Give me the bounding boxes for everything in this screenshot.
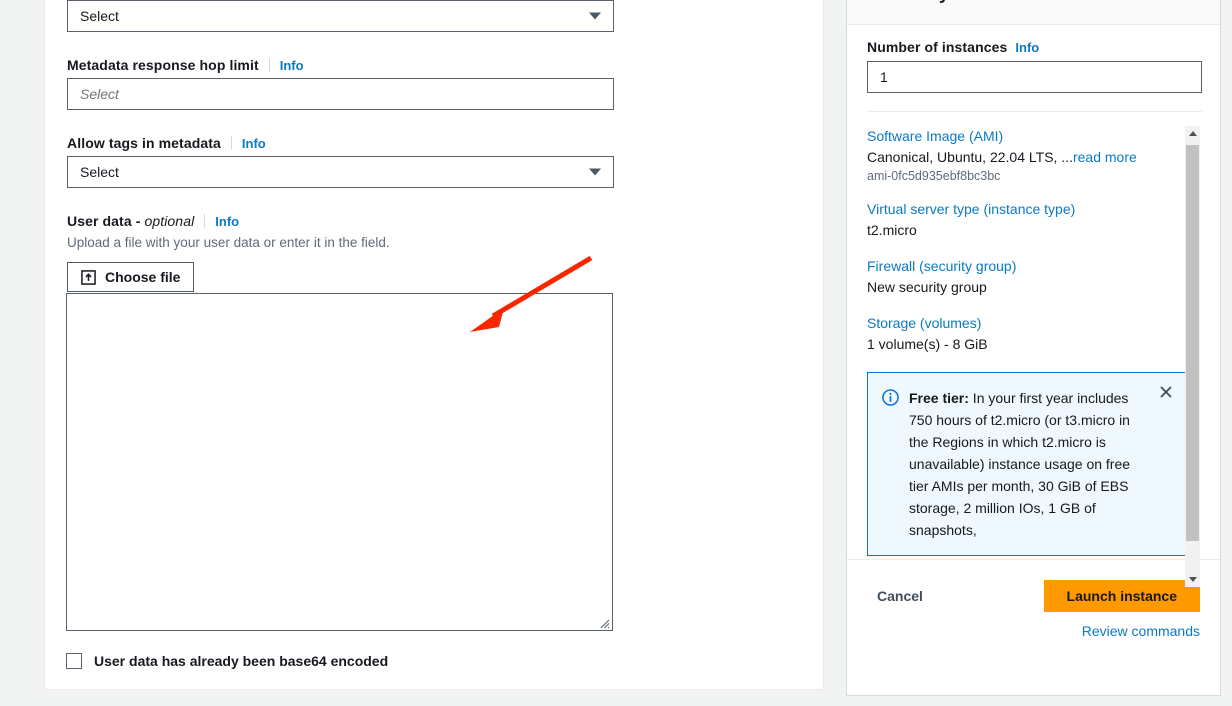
free-tier-alert-text: Free tier: In your first year includes 7… bbox=[909, 387, 1170, 542]
launch-instance-button[interactable]: Launch instance bbox=[1043, 580, 1200, 612]
number-of-instances-label-row: Number of instances Info bbox=[867, 39, 1200, 55]
chevron-down-icon bbox=[589, 168, 601, 176]
summary-item-instance-type: Virtual server type (instance type) t2.m… bbox=[867, 201, 1200, 240]
scrollbar-up-arrow[interactable] bbox=[1185, 126, 1200, 141]
summary-title: Summary bbox=[867, 0, 1200, 4]
cancel-button[interactable]: Cancel bbox=[867, 582, 933, 610]
choose-file-button-label: Choose file bbox=[105, 269, 181, 286]
form-fields-container: Select Metadata response hop limit Info … bbox=[67, 0, 614, 293]
chevron-down-icon bbox=[1188, 577, 1197, 582]
summary-footer-buttons: Cancel Launch instance bbox=[867, 580, 1200, 612]
free-tier-alert-title: Free tier: bbox=[909, 389, 969, 406]
instance-metadata-tags-select[interactable]: Select bbox=[67, 0, 614, 32]
chevron-down-icon bbox=[589, 12, 601, 20]
summary-header: Summary bbox=[847, 0, 1220, 25]
scrollbar-down-arrow[interactable] bbox=[1185, 572, 1200, 587]
user-data-info-link[interactable]: Info bbox=[215, 214, 239, 229]
number-of-instances-input[interactable] bbox=[867, 61, 1202, 93]
allow-tags-select-value: Select bbox=[80, 164, 119, 180]
summary-item-value-text: Canonical, Ubuntu, 22.04 LTS, ... bbox=[867, 149, 1073, 165]
hop-limit-label: Metadata response hop limit bbox=[67, 57, 259, 73]
allow-tags-select[interactable]: Select bbox=[67, 156, 614, 188]
base64-checkbox-row[interactable]: User data has already been base64 encode… bbox=[66, 653, 388, 669]
number-of-instances-label: Number of instances bbox=[867, 39, 1008, 55]
user-data-label-text: User data - bbox=[67, 213, 145, 229]
user-data-optional-text: optional bbox=[144, 213, 195, 229]
label-divider bbox=[268, 58, 270, 72]
base64-checkbox-label[interactable]: User data has already been base64 encode… bbox=[94, 653, 388, 669]
summary-item-ami-id: ami-0fc5d935ebf8bc3bc bbox=[867, 168, 1001, 183]
summary-item-value: New security group bbox=[867, 278, 987, 295]
allow-tags-label: Allow tags in metadata bbox=[67, 135, 221, 151]
summary-item-firewall: Firewall (security group) New security g… bbox=[867, 258, 1200, 297]
summary-scrollbar[interactable] bbox=[1185, 126, 1200, 587]
free-tier-alert-body: In your first year includes 750 hours of… bbox=[909, 389, 1131, 539]
user-data-label-row: User data - optional Info bbox=[67, 212, 614, 229]
instance-metadata-tags-select-value: Select bbox=[80, 8, 119, 24]
base64-checkbox[interactable] bbox=[66, 653, 82, 669]
summary-item-title[interactable]: Firewall (security group) bbox=[867, 258, 1200, 274]
summary-item-value: t2.micro bbox=[867, 221, 917, 238]
label-divider bbox=[230, 136, 232, 150]
hop-limit-label-row: Metadata response hop limit Info bbox=[67, 56, 614, 73]
choose-file-button[interactable]: Choose file bbox=[67, 262, 195, 293]
info-circle-icon bbox=[882, 387, 899, 542]
summary-item-title[interactable]: Software Image (AMI) bbox=[867, 128, 1200, 144]
user-data-textarea[interactable] bbox=[66, 293, 613, 631]
summary-item-value: 1 volume(s) - 8 GiB bbox=[867, 335, 988, 352]
hop-limit-info-link[interactable]: Info bbox=[280, 58, 304, 73]
number-of-instances-info-link[interactable]: Info bbox=[1015, 40, 1039, 55]
free-tier-alert: Free tier: In your first year includes 7… bbox=[867, 371, 1187, 557]
summary-footer: Cancel Launch instance Review commands bbox=[847, 559, 1220, 659]
user-data-label: User data - optional bbox=[67, 213, 194, 229]
scrollbar-thumb[interactable] bbox=[1186, 145, 1199, 541]
hop-limit-input[interactable] bbox=[67, 78, 614, 110]
summary-item-value: Canonical, Ubuntu, 22.04 LTS, ...read mo… bbox=[867, 148, 1200, 167]
upload-icon bbox=[81, 269, 96, 285]
summary-item-title[interactable]: Virtual server type (instance type) bbox=[867, 201, 1200, 217]
close-icon[interactable] bbox=[1156, 382, 1178, 404]
read-more-link[interactable]: read more bbox=[1073, 149, 1137, 165]
chevron-up-icon bbox=[1188, 131, 1197, 136]
summary-panel: Summary Number of instances Info Softwar… bbox=[846, 0, 1221, 696]
review-commands-link[interactable]: Review commands bbox=[867, 623, 1200, 639]
allow-tags-info-link[interactable]: Info bbox=[242, 136, 266, 151]
summary-item-ami: Software Image (AMI) Canonical, Ubuntu, … bbox=[867, 128, 1200, 183]
summary-item-storage: Storage (volumes) 1 volume(s) - 8 GiB bbox=[867, 315, 1200, 354]
user-data-description: Upload a file with your user data or ent… bbox=[67, 235, 390, 250]
allow-tags-label-row: Allow tags in metadata Info bbox=[67, 134, 614, 151]
summary-divider bbox=[867, 111, 1202, 112]
label-divider bbox=[204, 214, 206, 228]
summary-body: Number of instances Info Software Image … bbox=[847, 25, 1220, 591]
summary-item-title[interactable]: Storage (volumes) bbox=[867, 315, 1200, 331]
